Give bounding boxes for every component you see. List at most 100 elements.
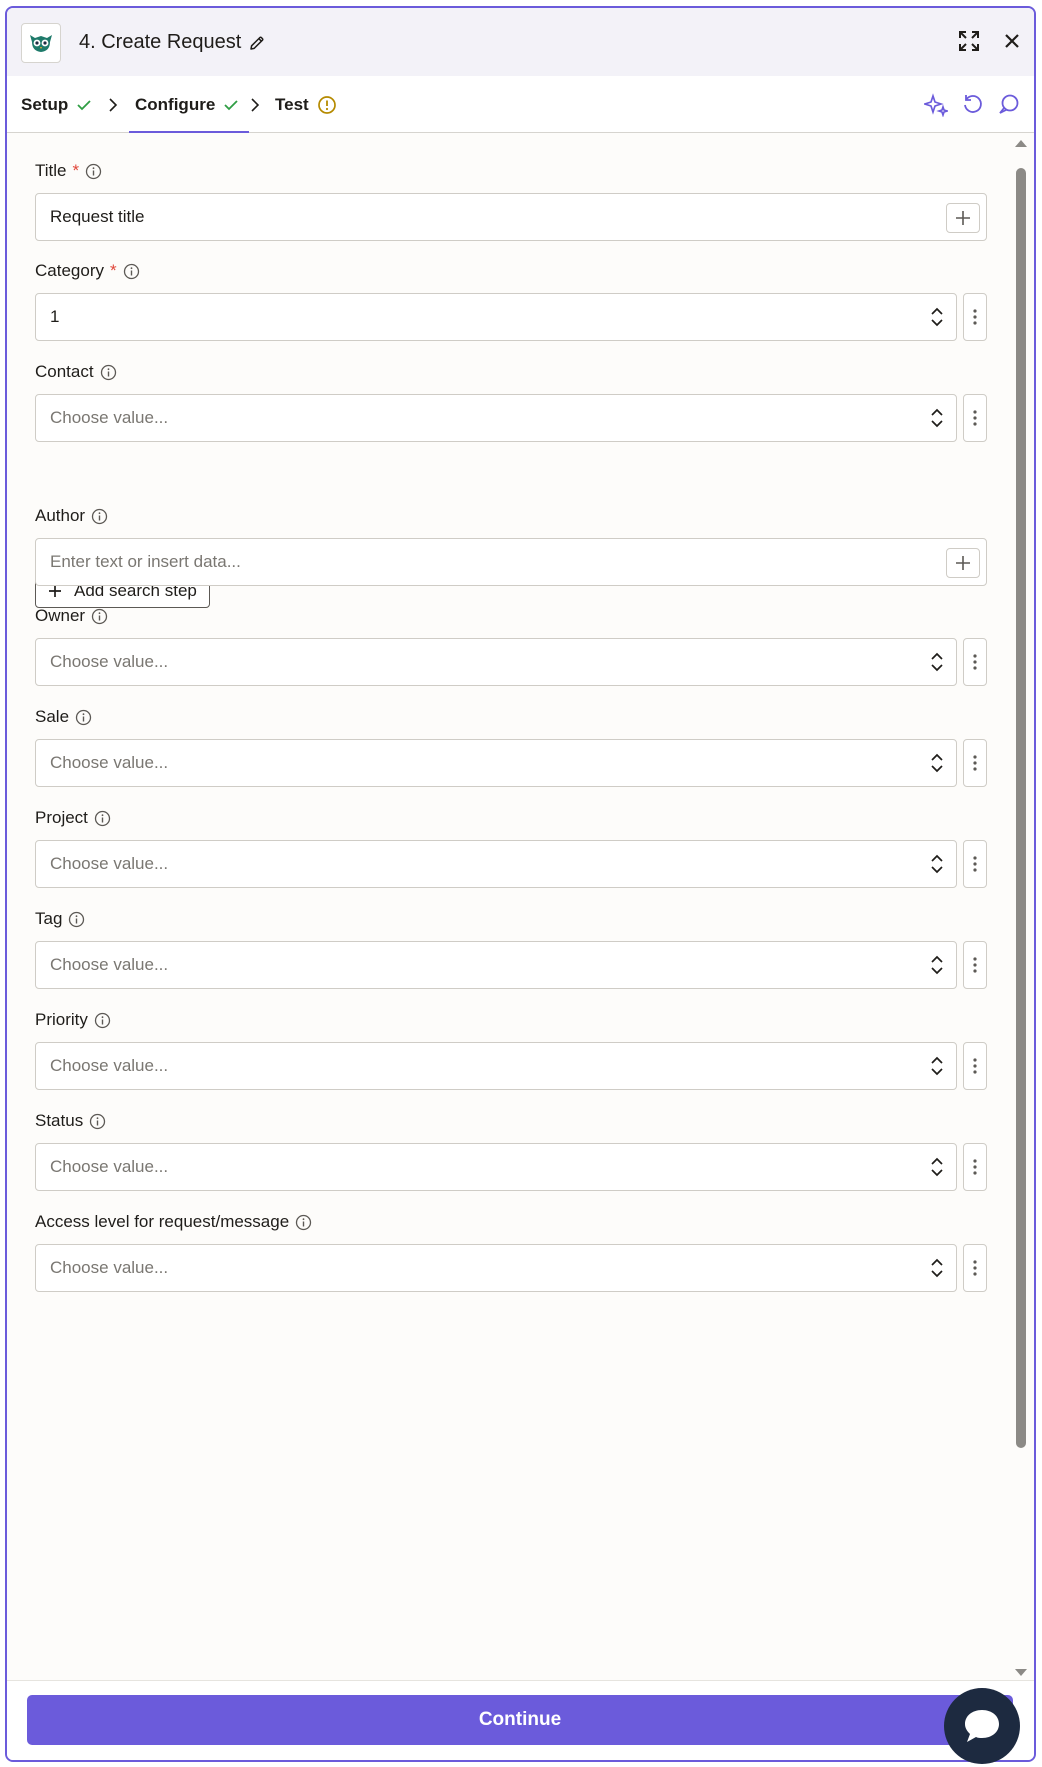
continue-button[interactable]: Continue — [27, 1695, 1013, 1745]
scroll-up-arrow-icon[interactable] — [1014, 138, 1028, 148]
tag-select[interactable]: Choose value... — [35, 941, 957, 989]
refresh-icon[interactable] — [962, 93, 984, 122]
field-options-menu-button[interactable] — [963, 840, 987, 888]
close-icon[interactable] — [1004, 33, 1020, 54]
up-down-chevron-icon — [931, 854, 943, 874]
ai-sparkle-icon[interactable] — [922, 93, 950, 122]
field-label: Project — [35, 808, 88, 827]
field-sale: Sale Choose value... — [35, 705, 987, 787]
field-author: Author Enter text or insert data... — [35, 504, 987, 586]
tab-configure-label: Configure — [135, 94, 216, 114]
field-options-menu-button[interactable] — [963, 1143, 987, 1191]
info-icon[interactable] — [75, 709, 92, 726]
insert-data-button[interactable] — [946, 203, 980, 233]
up-down-chevron-icon — [931, 955, 943, 975]
chevron-right-icon — [251, 98, 260, 112]
field-options-menu-button[interactable] — [963, 1042, 987, 1090]
info-icon[interactable] — [94, 1012, 111, 1029]
chevron-right-icon — [109, 98, 118, 112]
info-icon[interactable] — [100, 364, 117, 381]
kebab-icon — [973, 654, 977, 670]
edit-pencil-icon[interactable] — [249, 35, 265, 51]
field-options-menu-button[interactable] — [963, 941, 987, 989]
field-category: Category * 1 — [35, 259, 987, 341]
panel-header: 4. Create Request — [7, 8, 1034, 76]
chat-bubble-icon — [965, 1710, 999, 1742]
kebab-icon — [973, 1058, 977, 1074]
title-input-value: Request title — [50, 207, 145, 226]
info-icon[interactable] — [94, 810, 111, 827]
priority-select-placeholder: Choose value... — [50, 1056, 169, 1075]
field-contact: Contact Choose value... — [35, 360, 987, 442]
status-select-placeholder: Choose value... — [50, 1157, 169, 1176]
up-down-chevron-icon — [931, 1157, 943, 1177]
info-icon[interactable] — [123, 263, 140, 280]
required-marker: * — [109, 261, 117, 280]
info-icon[interactable] — [91, 508, 108, 525]
field-project: Project Choose value... — [35, 806, 987, 888]
field-label: Title — [35, 161, 67, 180]
field-label: Priority — [35, 1010, 88, 1029]
field-label: Tag — [35, 909, 63, 928]
field-options-menu-button[interactable] — [963, 293, 987, 341]
info-icon[interactable] — [85, 163, 102, 180]
status-select[interactable]: Choose value... — [35, 1143, 957, 1191]
field-options-menu-button[interactable] — [963, 739, 987, 787]
kebab-icon — [973, 410, 977, 426]
tab-configure[interactable]: Configure — [128, 76, 250, 133]
field-owner: Owner Choose value... — [35, 604, 987, 686]
field-label: Owner — [35, 606, 86, 625]
panel-footer: Continue — [7, 1680, 1034, 1760]
info-icon[interactable] — [295, 1214, 312, 1231]
chat-widget-button[interactable] — [944, 1688, 1020, 1764]
tag-select-placeholder: Choose value... — [50, 955, 169, 974]
plus-icon — [956, 556, 970, 570]
field-options-menu-button[interactable] — [963, 638, 987, 686]
contact-select-placeholder: Choose value... — [50, 408, 169, 427]
info-icon[interactable] — [91, 608, 108, 625]
insert-data-button[interactable] — [946, 548, 980, 578]
kebab-icon — [973, 1260, 977, 1276]
info-icon[interactable] — [89, 1113, 106, 1130]
field-label: Sale — [35, 707, 70, 726]
kebab-icon — [973, 309, 977, 325]
field-options-menu-button[interactable] — [963, 1244, 987, 1292]
author-input[interactable]: Enter text or insert data... — [35, 538, 987, 586]
title-input[interactable]: Request title — [35, 193, 987, 241]
contact-select[interactable]: Choose value... — [35, 394, 957, 442]
sale-select[interactable]: Choose value... — [35, 739, 957, 787]
category-select[interactable]: 1 — [35, 293, 957, 341]
priority-select[interactable]: Choose value... — [35, 1042, 957, 1090]
kebab-icon — [973, 1159, 977, 1175]
field-label: Author — [35, 506, 86, 525]
up-down-chevron-icon — [931, 307, 943, 327]
step-title: 4. Create Request — [79, 31, 265, 54]
project-select-placeholder: Choose value... — [50, 854, 169, 873]
owner-select[interactable]: Choose value... — [35, 638, 957, 686]
kebab-icon — [973, 957, 977, 973]
field-access-level: Access level for request/message Choose … — [35, 1210, 987, 1292]
owner-select-placeholder: Choose value... — [50, 652, 169, 671]
info-icon[interactable] — [68, 911, 85, 928]
warning-circle-icon — [317, 95, 336, 114]
app-logo-owl-icon — [21, 23, 61, 63]
tab-test[interactable]: Test — [275, 76, 337, 133]
step-title-text: 4. Create Request — [79, 31, 242, 53]
field-options-menu-button[interactable] — [963, 394, 987, 442]
tab-setup[interactable]: Setup — [21, 76, 92, 133]
plus-icon — [956, 211, 970, 225]
field-status: Status Choose value... — [35, 1109, 987, 1191]
up-down-chevron-icon — [931, 652, 943, 672]
up-down-chevron-icon — [931, 408, 943, 428]
up-down-chevron-icon — [931, 1056, 943, 1076]
expand-icon[interactable] — [958, 30, 980, 57]
author-input-placeholder: Enter text or insert data... — [50, 552, 241, 571]
project-select[interactable]: Choose value... — [35, 840, 957, 888]
scrollbar-thumb[interactable] — [1016, 168, 1026, 1448]
plus-icon — [49, 585, 61, 597]
scrollbar[interactable] — [1014, 138, 1028, 1678]
comment-icon[interactable] — [998, 93, 1020, 122]
access-level-select[interactable]: Choose value... — [35, 1244, 957, 1292]
scroll-down-arrow-icon[interactable] — [1014, 1668, 1028, 1678]
field-tag: Tag Choose value... — [35, 907, 987, 989]
